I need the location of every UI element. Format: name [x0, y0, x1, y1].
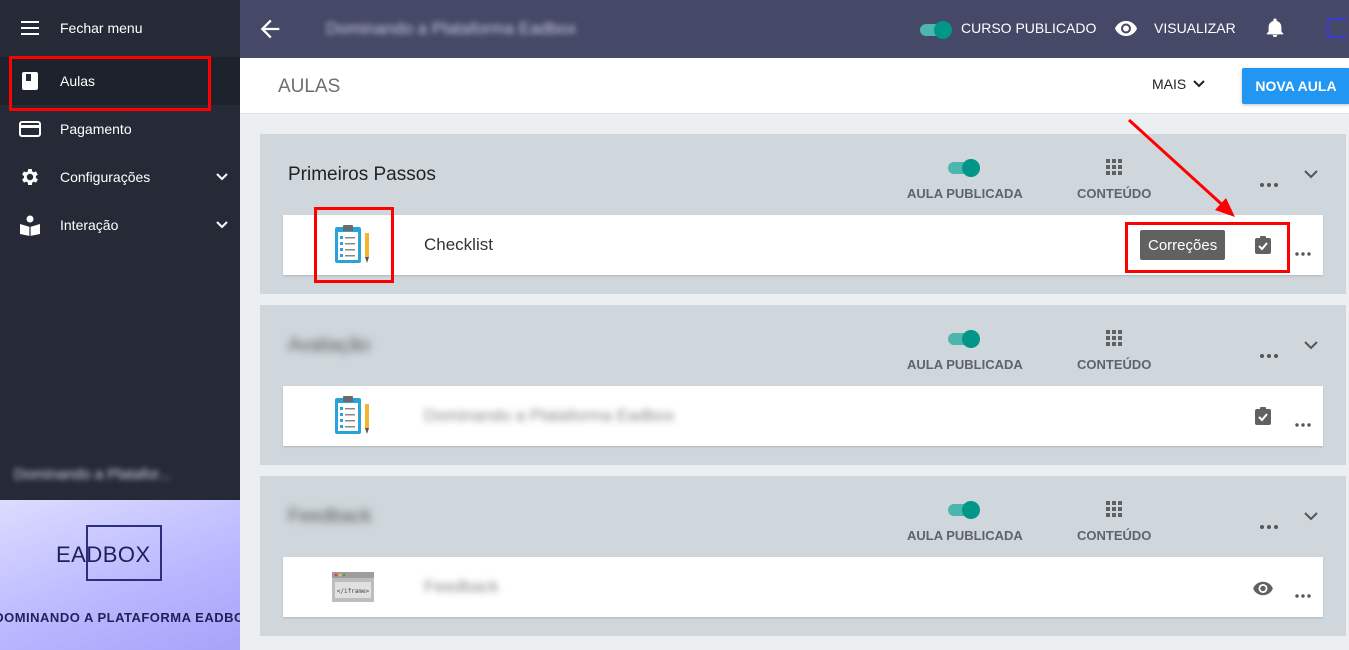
lesson-published-label: AULA PUBLICADA	[907, 186, 1023, 201]
eadbox-logo: EADBOX	[56, 542, 151, 567]
sidebar-item-label: Fechar menu	[60, 20, 143, 36]
chevron-down-icon	[204, 220, 240, 230]
sidebar: Fechar menu Aulas Pagamento Configuraçõe…	[0, 0, 240, 650]
lesson-published-label: AULA PUBLICADA	[907, 528, 1023, 543]
eye-icon[interactable]	[1252, 579, 1274, 602]
eye-icon[interactable]	[1113, 16, 1139, 45]
iframe-thumb-text: </iframe>	[337, 588, 370, 595]
chevron-down-icon	[1192, 76, 1206, 92]
sidebar-item-pagamento[interactable]: Pagamento	[0, 105, 240, 153]
content-label: CONTEÚDO	[1077, 528, 1152, 543]
sidebar-item-label: Interação	[60, 217, 119, 233]
iframe-window-icon: </iframe>	[331, 571, 375, 608]
more-dots-icon[interactable]	[1295, 414, 1311, 432]
page-header: AULAS MAIS NOVA AULA	[240, 58, 1349, 114]
module-title: Feedback	[288, 506, 372, 527]
new-lesson-button[interactable]: NOVA AULA	[1242, 68, 1349, 104]
lesson-row[interactable]: </iframe> Feedback	[283, 557, 1323, 617]
lesson-title: Feedback	[424, 577, 499, 596]
grid-icon[interactable]	[1106, 501, 1122, 522]
menu-icon	[0, 20, 60, 36]
reading-person-icon	[0, 214, 60, 236]
sidebar-item-interacao[interactable]: Interação	[0, 201, 240, 249]
sidebar-item-aulas[interactable]: Aulas	[0, 57, 240, 105]
more-dots-icon[interactable]	[1260, 174, 1278, 192]
module-title: Avaliação	[288, 335, 371, 356]
sidebar-item-label: Configurações	[60, 169, 151, 185]
content-label: CONTEÚDO	[1077, 357, 1152, 372]
corrections-button[interactable]: Correções	[1140, 230, 1226, 260]
more-dots-icon[interactable]	[1295, 243, 1311, 261]
course-published-toggle[interactable]	[918, 20, 952, 39]
lesson-title: Dominando a Plataforma Eadbox	[424, 406, 675, 425]
view-course-button[interactable]: VISUALIZAR	[1154, 20, 1236, 36]
sidebar-course-name: Dominando a Platafor...	[14, 466, 171, 483]
clipboard-check-icon[interactable]	[1254, 406, 1272, 431]
credit-card-icon	[0, 121, 60, 137]
lesson-published-label: AULA PUBLICADA	[907, 357, 1023, 372]
course-title: Dominando a Plataforma Eadbox	[326, 19, 577, 38]
chevron-down-icon[interactable]	[1303, 509, 1319, 527]
lesson-published-toggle[interactable]	[946, 329, 982, 349]
chevron-down-icon	[204, 172, 240, 182]
lesson-published-toggle[interactable]	[946, 158, 982, 178]
back-arrow-icon[interactable]	[256, 15, 284, 43]
more-label: MAIS	[1152, 76, 1187, 92]
more-dots-icon[interactable]	[1260, 345, 1278, 363]
banner-subtitle: DOMINANDO A PLATAFORMA EADBOX	[0, 610, 240, 625]
more-dots-icon[interactable]	[1295, 585, 1311, 603]
book-icon	[0, 71, 60, 91]
more-dropdown[interactable]: MAIS	[1152, 76, 1206, 92]
chevron-down-icon[interactable]	[1303, 338, 1319, 356]
chevron-down-icon[interactable]	[1303, 167, 1319, 185]
lesson-published-toggle[interactable]	[946, 500, 982, 520]
module-section: Feedback AULA PUBLICADA CONTEÚDO </ifram…	[260, 476, 1346, 636]
module-section: Avaliação AULA PUBLICADA CONTEÚDO Domina…	[260, 305, 1346, 465]
annotation-arrow	[1127, 118, 1235, 217]
course-banner: EADBOX DOMINANDO A PLATAFORMA EADBOX	[0, 500, 240, 650]
overflow-cut-icon	[1327, 18, 1347, 38]
topbar: Dominando a Plataforma Eadbox CURSO PUBL…	[240, 0, 1349, 58]
more-dots-icon[interactable]	[1260, 516, 1278, 534]
module-title: Primeiros Passos	[288, 164, 436, 185]
bell-icon[interactable]	[1264, 16, 1286, 45]
clipboard-checklist-icon	[331, 394, 375, 443]
lesson-row[interactable]: Checklist Correções	[283, 215, 1323, 275]
page-title: AULAS	[278, 76, 341, 97]
sidebar-item-close-menu[interactable]: Fechar menu	[0, 4, 240, 52]
sidebar-item-label: Aulas	[60, 73, 96, 89]
clipboard-checklist-icon	[331, 223, 375, 272]
lesson-title: Checklist	[424, 235, 493, 254]
clipboard-check-icon[interactable]	[1254, 235, 1272, 260]
gear-icon	[0, 166, 60, 188]
lesson-row[interactable]: Dominando a Plataforma Eadbox	[283, 386, 1323, 446]
sidebar-item-configuracoes[interactable]: Configurações	[0, 153, 240, 201]
sidebar-item-label: Pagamento	[60, 121, 132, 137]
grid-icon[interactable]	[1106, 330, 1122, 351]
course-published-label: CURSO PUBLICADO	[961, 20, 1097, 36]
